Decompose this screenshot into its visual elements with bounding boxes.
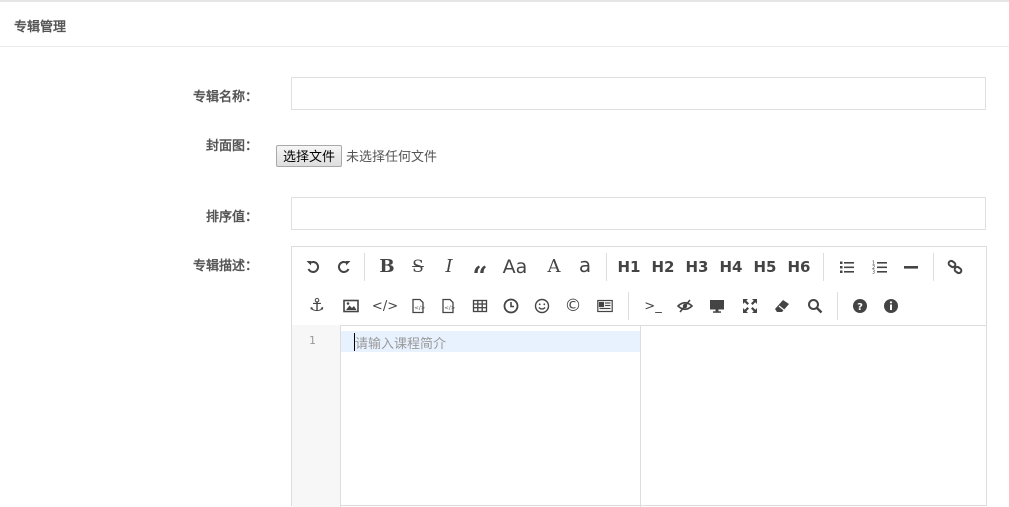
svg-text:?: ? [857, 302, 863, 313]
choose-file-button[interactable]: 选择文件 [276, 144, 343, 167]
editor-placeholder: 请输入课程简介 [355, 337, 447, 352]
link-icon[interactable] [942, 254, 968, 280]
h2-button[interactable]: H2 [650, 254, 676, 280]
h6-button[interactable]: H6 [786, 254, 812, 280]
unordered-list-icon[interactable] [834, 254, 860, 280]
info-icon[interactable] [878, 293, 904, 319]
toolbar-separator [606, 253, 607, 281]
cover-file-input[interactable]: 选择文件 未选择任何文件 [276, 144, 437, 167]
watch-icon[interactable] [672, 293, 698, 319]
html-entities-icon[interactable]: © [560, 293, 586, 319]
sort-value-input[interactable] [291, 197, 986, 230]
toolbar-separator [837, 292, 838, 320]
ordered-list-icon[interactable]: 123 [867, 254, 893, 280]
file-status-text: 未选择任何文件 [346, 150, 438, 165]
toolbar-separator [823, 253, 824, 281]
sort-label: 排序值： [205, 210, 258, 225]
page-title: 专辑管理 [14, 20, 67, 35]
preview-pane [641, 325, 986, 507]
table-icon[interactable] [467, 293, 493, 319]
description-label: 专辑描述： [192, 259, 258, 274]
clear-icon[interactable] [769, 293, 795, 319]
quote-icon[interactable]: “ [467, 254, 493, 290]
h4-button[interactable]: H4 [718, 254, 744, 280]
redo-icon[interactable] [331, 254, 357, 280]
toolbar-separator [364, 253, 365, 281]
inline-code-icon[interactable]: </> [372, 293, 398, 319]
preview-icon[interactable] [704, 293, 730, 319]
toolbar-separator [933, 253, 934, 281]
anchor-icon[interactable]: ⚓ [304, 293, 330, 319]
h5-button[interactable]: H5 [752, 254, 778, 280]
code-block-icon[interactable]: </> [405, 293, 431, 319]
fullscreen-icon[interactable] [737, 293, 763, 319]
svg-text:</>: </> [414, 306, 425, 312]
undo-icon[interactable] [300, 254, 326, 280]
lowercase-icon[interactable]: a [572, 252, 598, 278]
toolbar-separator [628, 292, 629, 320]
datetime-icon[interactable] [498, 293, 524, 319]
editor-text-area[interactable]: 请输入课程简介 [341, 325, 641, 507]
emoji-icon[interactable] [529, 293, 555, 319]
cover-label: 封面图： [205, 139, 258, 154]
text-cursor [354, 333, 355, 351]
svg-text:</>: </> [444, 306, 455, 312]
svg-text:3: 3 [872, 270, 875, 276]
help-icon[interactable]: ? [847, 293, 873, 319]
uppercase-icon[interactable]: Aa [502, 254, 528, 280]
markdown-editor: B S I “ Aa A a H1 H2 H3 H4 H5 H6 123 ⚓ <… [291, 246, 987, 507]
album-name-label: 专辑名称： [192, 90, 258, 105]
h1-button[interactable]: H1 [616, 254, 642, 280]
line-number: 1 [309, 334, 316, 347]
album-name-input[interactable] [291, 77, 986, 110]
editor-toolbar: B S I “ Aa A a H1 H2 H3 H4 H5 H6 123 ⚓ <… [292, 247, 986, 326]
horizontal-rule-icon[interactable] [898, 254, 924, 280]
uppercase-first-icon[interactable]: A [541, 254, 567, 280]
bold-icon[interactable]: B [374, 254, 400, 280]
line-number-gutter: 1 [292, 325, 341, 507]
h3-button[interactable]: H3 [684, 254, 710, 280]
italic-icon[interactable]: I [436, 254, 462, 280]
pagebreak-icon[interactable] [592, 293, 618, 319]
search-icon[interactable] [802, 293, 828, 319]
code-preformatted-icon[interactable]: </> [435, 293, 461, 319]
image-icon[interactable] [338, 293, 364, 319]
strikethrough-icon[interactable]: S [405, 254, 431, 280]
goto-line-icon[interactable]: >_ [640, 293, 666, 319]
page-header: 专辑管理 [0, 2, 1009, 47]
